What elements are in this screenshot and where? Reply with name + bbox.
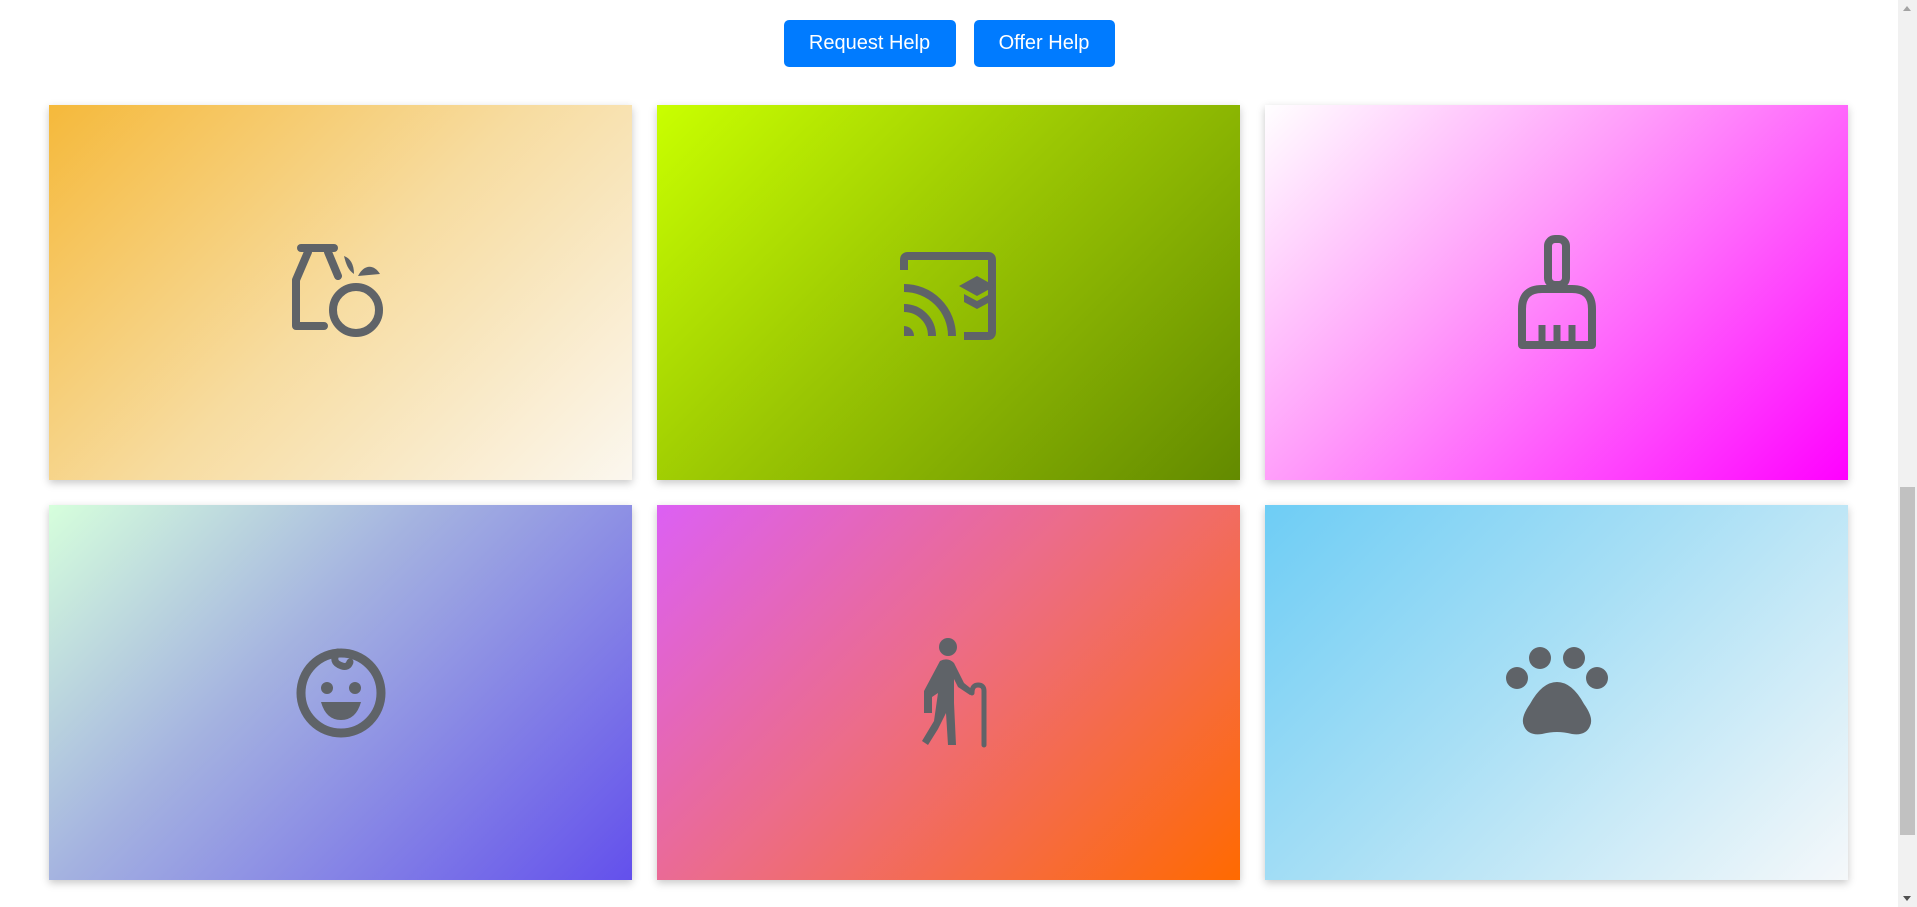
scrollbar-thumb[interactable] bbox=[1900, 487, 1915, 835]
cleaning-brush-icon bbox=[1517, 234, 1596, 349]
category-grid bbox=[49, 105, 1848, 880]
child-care-icon bbox=[296, 648, 385, 737]
scroll-down-icon[interactable] bbox=[1903, 896, 1911, 901]
request-help-button[interactable]: Request Help bbox=[783, 20, 956, 67]
pets-icon bbox=[1505, 646, 1608, 734]
category-card-groceries[interactable] bbox=[49, 105, 632, 480]
category-card-pets[interactable] bbox=[1265, 505, 1848, 880]
action-buttons: Request Help Offer Help bbox=[0, 20, 1898, 67]
cast-for-education-icon bbox=[899, 251, 996, 340]
category-card-cleaning[interactable] bbox=[1265, 105, 1848, 480]
scroll-up-icon[interactable] bbox=[1903, 6, 1911, 11]
elderly-icon bbox=[921, 637, 986, 747]
vertical-scrollbar[interactable] bbox=[1898, 0, 1917, 907]
grocery-icon bbox=[291, 243, 383, 337]
offer-help-button[interactable]: Offer Help bbox=[973, 20, 1115, 67]
category-card-child-care[interactable] bbox=[49, 505, 632, 880]
category-card-education[interactable] bbox=[657, 105, 1240, 480]
category-card-elderly[interactable] bbox=[657, 505, 1240, 880]
page: Request Help Offer Help bbox=[0, 0, 1917, 907]
